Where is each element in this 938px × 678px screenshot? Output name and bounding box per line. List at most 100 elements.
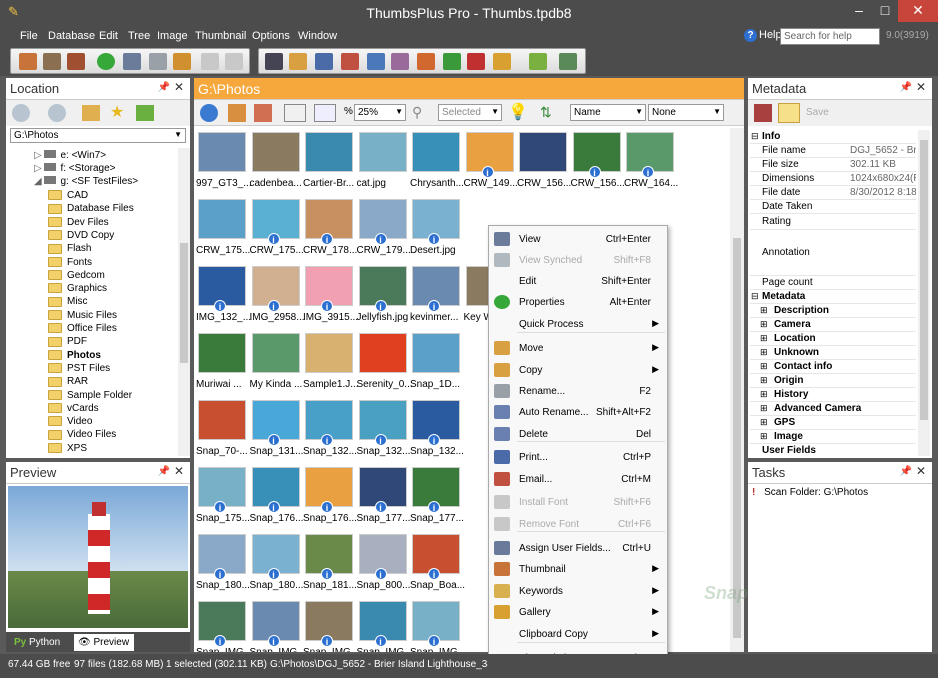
metadata-group[interactable]: ⊞ History — [750, 388, 916, 402]
add-favorite-icon[interactable] — [136, 105, 154, 121]
thumbnail-item[interactable]: iSnap_IMG — [410, 599, 462, 652]
metadata-row[interactable]: ⊟ Metadata — [750, 290, 916, 304]
thumbnail-item[interactable]: i CRW_178... — [303, 197, 357, 263]
scan-icon[interactable] — [67, 53, 85, 70]
menu-file[interactable]: File — [20, 30, 38, 42]
context-menu-item[interactable]: Install Font Shift+F6 — [489, 492, 667, 512]
thumbnail-item[interactable]: i Snap_132... — [303, 398, 357, 464]
close-button[interactable]: ✕ — [898, 0, 938, 22]
pin-icon[interactable]: 📌 — [158, 82, 170, 93]
thumbnail-item[interactable]: i Snap_132... — [357, 398, 410, 464]
metadata-tool-icon[interactable] — [754, 104, 772, 122]
tree-folder[interactable]: CAD — [48, 190, 88, 203]
thumbnail-item[interactable]: i IMG_3915... — [303, 264, 358, 330]
menu-image[interactable]: Image — [157, 30, 188, 42]
thumbnail-item[interactable]: Snap_1D... — [410, 331, 462, 397]
refresh-folder-icon[interactable] — [82, 105, 100, 121]
metadata-row[interactable]: File date 8/30/2012 8:18 — [750, 186, 916, 200]
batch-icon[interactable] — [391, 53, 409, 70]
view-icon[interactable] — [123, 53, 141, 70]
tree-drive-g[interactable]: ◢ g: <SF TestFiles> — [34, 176, 138, 189]
context-menu-item[interactable]: View Ctrl+Enter — [489, 229, 667, 249]
metadata-group[interactable]: ⊞ Location — [750, 332, 916, 346]
tree-folder[interactable]: Fonts — [48, 257, 92, 270]
close-icon[interactable]: ✕ — [174, 464, 184, 478]
slideshow-icon[interactable] — [173, 53, 191, 70]
metadata-row[interactable]: Page count — [750, 276, 916, 290]
thumbnail-item[interactable]: CRW_156... — [517, 130, 571, 196]
tree-folder[interactable]: Dev Files — [48, 217, 109, 230]
sort-select[interactable]: Name ▼ — [570, 104, 646, 121]
thumbnail-item[interactable]: Cartier-Br... — [303, 130, 355, 196]
tree-folder[interactable]: Music Files — [48, 310, 117, 323]
menu-thumbnail[interactable]: Thumbnail — [195, 30, 246, 42]
thumbnail-item[interactable]: iSnap_IMG — [196, 599, 248, 652]
metadata-row[interactable]: ⊟ Info — [750, 130, 916, 144]
find-folders-icon[interactable] — [289, 53, 307, 70]
thumbnail-item[interactable]: Snap_70-... — [196, 398, 248, 464]
thumbnail-item[interactable]: i Snap_131... — [250, 398, 303, 464]
thumbnail-item[interactable]: i CRW_149... — [464, 130, 518, 196]
forward-icon[interactable] — [48, 104, 66, 122]
context-menu-item[interactable]: Gallery ▶ — [489, 602, 667, 622]
thumbnail-item[interactable]: iSnap_IMG — [357, 599, 409, 652]
sort-direction-icon[interactable]: ⇅ — [540, 104, 562, 122]
import-icon[interactable] — [529, 53, 547, 70]
checklist-icon[interactable] — [559, 53, 577, 70]
web-page-icon[interactable] — [367, 53, 385, 70]
close-icon[interactable]: ✕ — [174, 80, 184, 94]
metadata-group[interactable]: ⊞ Contact info — [750, 360, 916, 374]
thumbnail-item[interactable]: i Jellyfish.jpg — [357, 264, 409, 330]
untag-icon[interactable] — [254, 104, 272, 122]
tree-folder[interactable]: Sample Folder — [48, 390, 132, 403]
task-item[interactable]: ! Scan Folder: G:\Photos — [752, 487, 868, 498]
context-menu-item[interactable]: Assign User Fields... Ctrl+U — [489, 538, 667, 558]
thumbnail-item[interactable]: cadenbea... — [250, 130, 302, 196]
metadata-group[interactable]: ⊞ Camera — [750, 318, 916, 332]
scrollbar-thumb[interactable] — [733, 238, 741, 638]
pin-icon[interactable]: 📌 — [900, 466, 912, 477]
tree-folder[interactable]: PDF — [48, 336, 87, 349]
favorites-star-icon[interactable]: ★ — [110, 102, 124, 122]
tree-folder[interactable]: vCards — [48, 403, 99, 416]
convert-icon[interactable] — [417, 53, 435, 70]
thumbnail-item[interactable]: Muriwai ... — [196, 331, 248, 397]
scrollbar-thumb[interactable] — [920, 140, 928, 420]
context-menu-item[interactable]: Copy ▶ — [489, 360, 667, 380]
thumbnail-item[interactable]: iSnap_IMG — [303, 599, 355, 652]
thumbnail-item[interactable]: iSnap_IMG — [250, 599, 302, 652]
thumbnail-item[interactable]: i Snap_132... — [410, 398, 464, 464]
menu-tree[interactable]: Tree — [128, 30, 150, 42]
pin-icon[interactable]: 📌 — [900, 82, 912, 93]
tree-folder[interactable]: Office Files — [48, 323, 117, 336]
menu-edit[interactable]: Edit — [99, 30, 118, 42]
back-icon[interactable] — [12, 104, 30, 122]
context-menu-item[interactable]: Keywords ▶ — [489, 581, 667, 601]
context-menu-item[interactable]: Print... Ctrl+P — [489, 447, 667, 467]
tree-folder[interactable]: Video Files — [48, 429, 116, 442]
context-menu-item[interactable]: Move ▶ — [489, 338, 667, 358]
context-menu-item[interactable]: Edit Shift+Enter — [489, 271, 667, 291]
thumbnail-item[interactable]: i Snap_180... — [250, 532, 303, 598]
minimize-button[interactable]: – — [846, 0, 872, 22]
context-menu-item[interactable]: Thumbnail ▶ — [489, 559, 667, 579]
secondary-sort-select[interactable]: None ▼ — [648, 104, 724, 121]
thumbnail-item[interactable]: i CRW_156... — [571, 130, 625, 196]
select-mode-icon[interactable] — [314, 104, 336, 122]
tree-folder[interactable]: DVD Copy — [48, 230, 114, 243]
context-menu-item[interactable]: Email... Ctrl+M — [489, 469, 667, 489]
view-mode-icon[interactable] — [284, 104, 306, 122]
open-icon[interactable] — [43, 53, 61, 70]
thumbnail-item[interactable]: CRW_175... — [196, 197, 250, 263]
context-menu-item[interactable]: Clipboard Copy ▶ — [489, 624, 667, 644]
edit-metadata-icon[interactable] — [778, 103, 800, 123]
thumbnail-item[interactable]: i IMG_2958... — [250, 264, 305, 330]
tree-folder[interactable]: XPS — [48, 443, 87, 456]
view-synched-icon[interactable] — [149, 53, 167, 70]
scrollbar-thumb[interactable] — [180, 243, 188, 363]
tree-folder[interactable]: Photos — [48, 350, 101, 363]
metadata-row[interactable]: User Fields — [750, 444, 916, 456]
tree-scrollbar[interactable] — [178, 148, 190, 456]
menu-window[interactable]: Window — [298, 30, 337, 42]
metadata-row[interactable]: File size 302.11 KB — [750, 158, 916, 172]
